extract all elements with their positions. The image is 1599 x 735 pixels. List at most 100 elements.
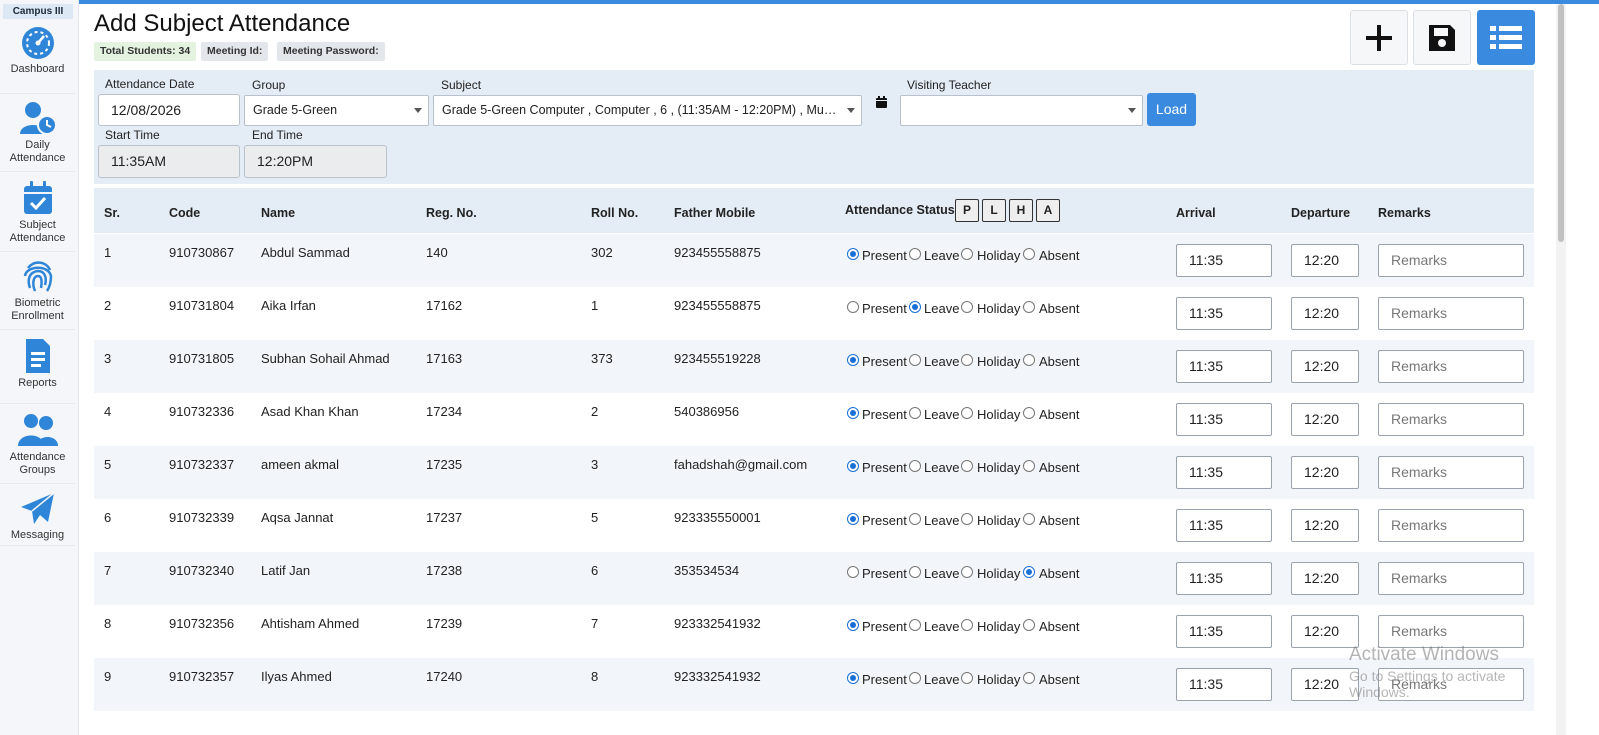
status-radio-absent[interactable] <box>1023 407 1035 419</box>
mark-all-absent-button[interactable]: A <box>1036 199 1060 222</box>
departure-time-input[interactable]: 12:20 <box>1291 562 1359 595</box>
add-button[interactable] <box>1350 10 1408 65</box>
cell-code: 910732357 <box>169 669 235 684</box>
status-radio-absent[interactable] <box>1023 301 1035 313</box>
status-radio-absent[interactable] <box>1023 354 1035 366</box>
status-radio-holiday[interactable] <box>961 407 973 419</box>
sidebar-item-subject-attendance[interactable]: Subject Attendance <box>0 180 75 252</box>
status-radio-leave[interactable] <box>909 513 921 525</box>
sidebar-item-messaging[interactable]: Messaging <box>0 492 75 546</box>
status-radio-present[interactable] <box>847 460 859 472</box>
activate-windows-hint: Go to Settings to activate Windows. <box>1349 668 1506 700</box>
status-radio-present[interactable] <box>847 407 859 419</box>
arrival-time-input[interactable]: 11:35 <box>1176 509 1272 542</box>
status-radio-present[interactable] <box>847 248 859 260</box>
arrival-time-input[interactable]: 11:35 <box>1176 350 1272 383</box>
status-radio-holiday[interactable] <box>961 672 973 684</box>
departure-time-input[interactable]: 12:20 <box>1291 456 1359 489</box>
sidebar-item-biometric-enrollment[interactable]: Biometric Enrollment <box>0 258 75 330</box>
status-radio-present[interactable] <box>847 301 859 313</box>
status-radio-leave[interactable] <box>909 407 921 419</box>
campus-badge: Campus III <box>3 4 73 19</box>
status-radio-present[interactable] <box>847 566 859 578</box>
visiting-teacher-select[interactable] <box>900 95 1143 126</box>
sidebar-item-daily-attendance[interactable]: Daily Attendance <box>0 100 75 172</box>
status-radio-leave[interactable] <box>909 460 921 472</box>
status-radio-holiday[interactable] <box>961 354 973 366</box>
status-radio-leave[interactable] <box>909 301 921 313</box>
status-radio-holiday[interactable] <box>961 301 973 313</box>
mark-all-holiday-button[interactable]: H <box>1009 199 1033 222</box>
departure-time-input[interactable]: 12:20 <box>1291 509 1359 542</box>
group-select[interactable]: Grade 5-Green <box>244 95 429 126</box>
sidebar-item-attendance-groups[interactable]: Attendance Groups <box>0 412 75 484</box>
status-radio-leave[interactable] <box>909 619 921 631</box>
status-radio-absent[interactable] <box>1023 566 1035 578</box>
vertical-scrollbar[interactable] <box>1556 4 1566 735</box>
remarks-input[interactable]: Remarks <box>1378 297 1524 330</box>
status-radio-absent[interactable] <box>1023 460 1035 472</box>
arrival-time-input[interactable]: 11:35 <box>1176 244 1272 277</box>
status-radio-leave[interactable] <box>909 566 921 578</box>
cell-reg-no: 17240 <box>426 669 463 684</box>
status-radio-leave[interactable] <box>909 672 921 684</box>
load-button[interactable]: Load <box>1147 93 1196 126</box>
status-radio-present[interactable] <box>847 354 859 366</box>
remarks-input[interactable]: Remarks <box>1378 509 1524 542</box>
attendance-date-field[interactable]: 12/08/2026 <box>98 94 240 126</box>
calendar-icon[interactable] <box>875 96 888 109</box>
status-radio-absent[interactable] <box>1023 513 1035 525</box>
remarks-input[interactable]: Remarks <box>1378 244 1524 277</box>
table-header: Sr. Code Name Reg. No. Roll No. Father M… <box>94 188 1534 233</box>
status-radio-leave[interactable] <box>909 354 921 366</box>
sidebar-item-dashboard[interactable]: Dashboard <box>0 26 75 94</box>
departure-time-input[interactable]: 12:20 <box>1291 403 1359 436</box>
list-view-button[interactable] <box>1477 10 1535 65</box>
status-radio-absent[interactable] <box>1023 248 1035 260</box>
status-radio-holiday[interactable] <box>961 513 973 525</box>
status-radio-present[interactable] <box>847 619 859 631</box>
remarks-input[interactable]: Remarks <box>1378 403 1524 436</box>
sidebar-item-reports[interactable]: Reports <box>0 338 75 404</box>
total-students-badge: Total Students: 34 <box>94 42 197 61</box>
mark-all-leave-button[interactable]: L <box>982 199 1006 222</box>
remarks-input[interactable]: Remarks <box>1378 456 1524 489</box>
cell-name: Aqsa Jannat <box>261 510 334 525</box>
arrival-time-input[interactable]: 11:35 <box>1176 615 1272 648</box>
arrival-time-input[interactable]: 11:35 <box>1176 297 1272 330</box>
status-radio-holiday[interactable] <box>961 619 973 631</box>
cell-reg-no: 17237 <box>426 510 463 525</box>
status-radio-holiday[interactable] <box>961 566 973 578</box>
status-radio-present[interactable] <box>847 513 859 525</box>
table-row: 3 910731805 Subhan Sohail Ahmad 17163 373 923… <box>94 340 1534 393</box>
cell-roll-no: 373 <box>591 351 613 366</box>
status-radio-holiday[interactable] <box>961 248 973 260</box>
scrollbar-thumb[interactable] <box>1558 4 1564 242</box>
mark-all-present-button[interactable]: P <box>955 199 979 222</box>
cell-roll-no: 8 <box>591 669 599 684</box>
departure-time-input[interactable]: 12:20 <box>1291 297 1359 330</box>
save-button[interactable] <box>1413 10 1471 65</box>
status-radio-present[interactable] <box>847 672 859 684</box>
arrival-time-input[interactable]: 11:35 <box>1176 668 1272 701</box>
arrival-time-input[interactable]: 11:35 <box>1176 403 1272 436</box>
arrival-time-input[interactable]: 11:35 <box>1176 562 1272 595</box>
remarks-input[interactable]: Remarks <box>1378 350 1524 383</box>
column-header-roll-no: Roll No. <box>591 206 639 220</box>
remarks-input[interactable]: Remarks <box>1378 562 1524 595</box>
status-radio-absent[interactable] <box>1023 619 1035 631</box>
cell-name: Ahtisham Ahmed <box>261 616 360 631</box>
table-row: 1 910730867 Abdul Sammad 140 302 923455558875… <box>94 234 1534 287</box>
status-radio-leave[interactable] <box>909 248 921 260</box>
departure-time-input[interactable]: 12:20 <box>1291 244 1359 277</box>
status-label-holiday: Holiday <box>977 566 1021 581</box>
status-radio-holiday[interactable] <box>961 460 973 472</box>
status-radio-absent[interactable] <box>1023 672 1035 684</box>
subject-select[interactable]: Grade 5-Green Computer , Computer , 6 , … <box>433 95 862 126</box>
departure-time-input[interactable]: 12:20 <box>1291 350 1359 383</box>
arrival-time-input[interactable]: 11:35 <box>1176 456 1272 489</box>
cell-roll-no: 7 <box>591 616 599 631</box>
status-label-present: Present <box>862 566 907 581</box>
cell-code: 910732336 <box>169 404 235 419</box>
column-header-arrival: Arrival <box>1176 206 1216 220</box>
